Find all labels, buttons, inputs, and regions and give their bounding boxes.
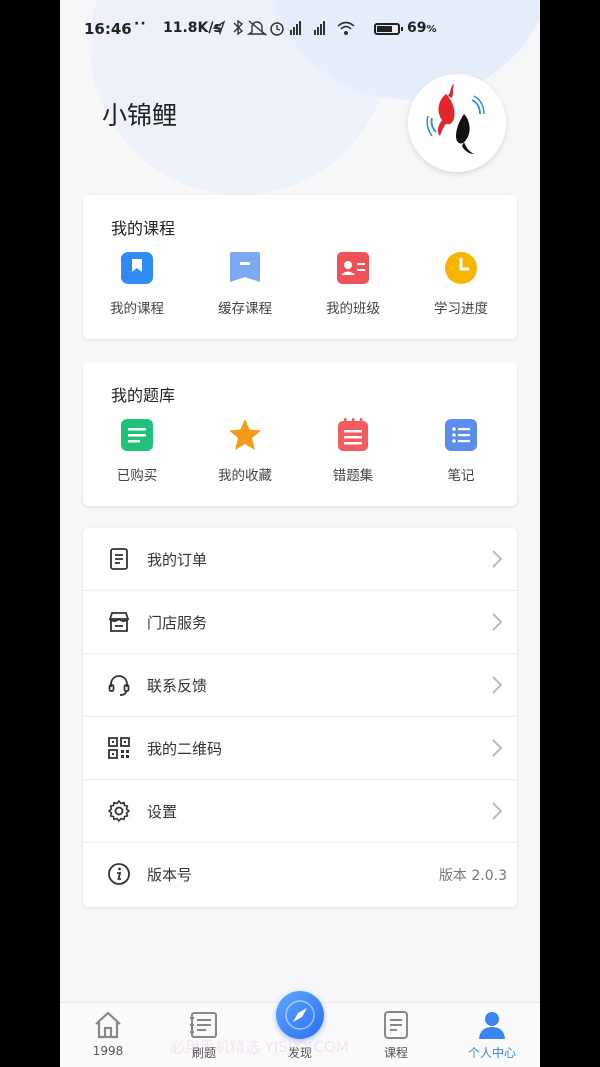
menu-item-orders[interactable]: 我的订单 (83, 528, 517, 591)
my-courses-card: 我的课程 我的课程 缓存课程 我的班级 学习进度 (83, 195, 517, 339)
menu-item-label: 设置 (147, 803, 178, 821)
headset-icon (108, 675, 130, 696)
order-icon (110, 548, 128, 570)
avatar[interactable] (408, 74, 506, 172)
menu-item-label: 我的订单 (147, 551, 208, 569)
id-card-icon (337, 252, 369, 284)
discover-button[interactable] (276, 991, 324, 1039)
menu-item-label: 版本号 (147, 866, 193, 884)
course-icon (384, 1011, 408, 1039)
watermark: 必用手机精选 YJSJXY.COM (170, 1038, 349, 1056)
my-favorites-button[interactable]: 我的收藏 (191, 418, 299, 484)
grid-item-label: 已购买 (116, 468, 158, 484)
my-classes-button[interactable]: 我的班级 (299, 251, 407, 317)
card-title: 我的题库 (111, 386, 176, 405)
menu-item-label: 我的二维码 (147, 740, 223, 758)
status-time: 16:46 (84, 20, 132, 38)
status-dots: ·· (134, 16, 147, 32)
question-bank-card: 我的题库 已购买 我的收藏 错题集 笔记 (83, 362, 517, 506)
settings-menu: 我的订单 门店服务 联系反馈 我的二维码 设置 版本号 版本 2.0.3 (83, 528, 517, 907)
chevron-right-icon (492, 613, 503, 631)
grid-item-label: 学习进度 (434, 301, 488, 317)
tab-label: 个人中心 (467, 1046, 516, 1060)
menu-item-settings[interactable]: 设置 (83, 780, 517, 843)
grid-item-label: 错题集 (332, 468, 374, 484)
store-icon (108, 612, 130, 632)
chevron-right-icon (492, 802, 503, 820)
person-icon (479, 1012, 505, 1039)
battery-icon (374, 23, 403, 35)
list-icon (445, 419, 477, 451)
home-icon (95, 1011, 121, 1039)
gear-icon (108, 800, 130, 822)
grid-item-label: 我的收藏 (218, 468, 272, 484)
cached-courses-button[interactable]: 缓存课程 (191, 251, 299, 317)
koi-logo-icon (426, 84, 485, 154)
chevron-right-icon (492, 739, 503, 757)
notebook-icon (338, 418, 368, 451)
menu-item-label: 联系反馈 (147, 677, 208, 695)
star-icon (229, 419, 261, 450)
grid-item-label: 我的课程 (110, 301, 164, 317)
tab-label: 1998 (92, 1044, 124, 1058)
menu-item-store-service[interactable]: 门店服务 (83, 591, 517, 654)
tab-label: 课程 (383, 1046, 408, 1060)
compass-icon (285, 1000, 315, 1030)
purchased-button[interactable]: 已购买 (83, 418, 191, 484)
qrcode-icon (108, 737, 130, 759)
chevron-right-icon (492, 550, 503, 568)
grid-item-label: 笔记 (447, 468, 475, 484)
my-courses-button[interactable]: 我的课程 (83, 251, 191, 317)
info-icon (108, 863, 130, 885)
tab-profile[interactable]: 个人中心 (444, 1003, 540, 1061)
signal-icons (212, 19, 355, 36)
app-screen: 16:46 ·· 11.8K/s 69% 小锦鲤 我的课程 我的课程 缓存课程 … (60, 0, 540, 1067)
grid-item-label: 我的班级 (326, 301, 380, 317)
document-icon (121, 419, 153, 451)
user-name[interactable]: 小锦鲤 (102, 96, 177, 132)
notes-button[interactable]: 笔记 (407, 418, 515, 484)
menu-item-qrcode[interactable]: 我的二维码 (83, 717, 517, 780)
battery-percent: 69% (407, 20, 437, 36)
tab-home[interactable]: 1998 (60, 1003, 156, 1058)
study-progress-button[interactable]: 学习进度 (407, 251, 515, 317)
menu-item-label: 门店服务 (147, 614, 208, 632)
version-value: 版本 2.0.3 (438, 868, 507, 884)
bottom-tab-bar: 1998 刷题 发现 课程 个人中心 (60, 991, 540, 1067)
menu-item-feedback[interactable]: 联系反馈 (83, 654, 517, 717)
status-bar: 16:46 ·· 11.8K/s 69% (60, 14, 540, 42)
chevron-right-icon (492, 676, 503, 694)
bookmark-icon (121, 252, 153, 284)
tab-course[interactable]: 课程 (348, 1003, 444, 1061)
status-icons (212, 19, 362, 41)
clock-icon (445, 252, 477, 284)
wrong-questions-button[interactable]: 错题集 (299, 418, 407, 484)
cache-icon (230, 252, 260, 282)
card-title: 我的课程 (111, 219, 176, 238)
menu-item-version: 版本号 版本 2.0.3 (83, 843, 517, 906)
grid-item-label: 缓存课程 (218, 301, 272, 317)
